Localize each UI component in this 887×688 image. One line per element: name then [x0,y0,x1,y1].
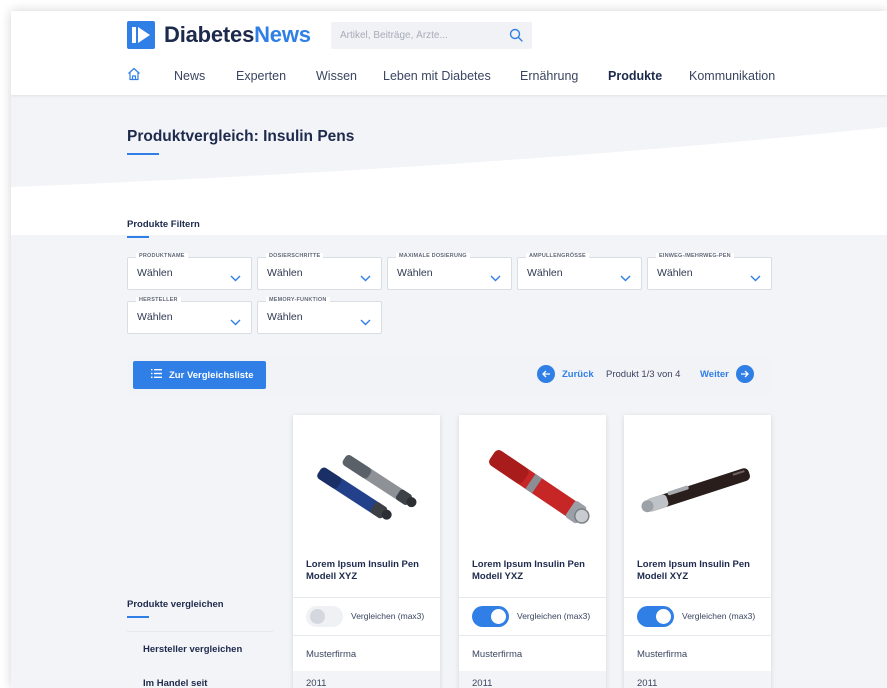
logo-text: DiabetesNews [164,22,311,48]
logo-text-part1: Diabetes [164,22,255,47]
toggle-knob [491,609,506,624]
compare-label: Vergleichen (max3) [682,611,756,621]
manufacturer-value: Musterfirma [306,649,357,660]
since-value: 2011 [306,678,327,688]
logo-text-part2: News [254,22,311,47]
chevron-down-icon [620,269,631,287]
pager-info: Produkt 1/3 von 4 [606,369,681,380]
filter-einweg-mehrweg-pen[interactable]: EINWEG-/MEHRWEG-PEN Wählen [647,253,772,290]
filter-value: Wählen [137,311,173,323]
arrow-right-icon [735,365,754,383]
row-label-hersteller: Hersteller vergleichen [143,644,243,655]
search-icon[interactable] [509,28,523,47]
divider [459,635,606,636]
compare-label: Vergleichen (max3) [351,611,425,621]
nav-item-ernaehrung[interactable]: Ernährung [520,69,578,83]
back-button[interactable]: Zurück [537,365,594,383]
play-logo-icon [127,21,155,49]
compare-list-label: Zur Vergleichsliste [169,369,254,381]
filter-value: Wählen [657,267,693,279]
filter-label: AMPULLENGRÖSSE [526,253,589,259]
nav-item-leben-mit-diabetes[interactable]: Leben mit Diabetes [383,69,491,83]
compare-toggle[interactable] [637,606,674,627]
compare-row: Vergleichen (max3) [624,597,771,635]
compare-toggle[interactable] [306,606,343,627]
product-card: Lorem Ipsum Insulin Pen Modell XYZ Vergl… [293,415,440,688]
product-name: Lorem Ipsum Insulin Pen Modell YXZ [472,559,585,582]
page-frame: DiabetesNews News Experten Wissen Leben … [11,11,887,688]
hero-background [11,95,887,235]
filter-value: Wählen [267,311,303,323]
filter-value: Wählen [397,267,433,279]
filter-dosierschritte[interactable]: DOSIERSCHRITTE Wählen [257,253,382,290]
home-icon[interactable] [127,67,141,86]
row-label-im-handel-seit: Im Handel seit [143,678,208,688]
comparison-toolbar: Zur Vergleichsliste Zurück Produkt 1/3 v… [127,354,770,395]
product-card: Lorem Ipsum Insulin Pen Modell YXZ Vergl… [459,415,606,688]
filter-value: Wählen [267,267,303,279]
divider [127,631,273,632]
filter-label: MEMORY-FUNKTION [266,297,330,303]
filter-label: PRODUKTNAME [136,253,188,259]
product-image[interactable] [624,415,771,555]
divider [293,635,440,636]
search-input[interactable] [331,22,501,49]
filter-value: Wählen [527,267,563,279]
chevron-down-icon [490,269,501,287]
sidebar-underline [127,616,149,618]
filter-memory-funktion[interactable]: MEMORY-FUNKTION Wählen [257,297,382,334]
since-value: 2011 [472,678,493,688]
nav-item-produkte[interactable]: Produkte [608,69,662,83]
next-label: Weiter [700,368,729,380]
compare-row: Vergleichen (max3) [459,597,606,635]
product-card: Lorem Ipsum Insulin Pen Modell XYZ Vergl… [624,415,771,688]
since-value: 2011 [637,678,658,688]
compare-toggle[interactable] [472,606,509,627]
toggle-knob [310,609,325,624]
compare-row: Vergleichen (max3) [293,597,440,635]
product-image[interactable] [293,415,440,555]
filter-label: MAXIMALE DOSIERUNG [396,253,470,259]
compare-list-button[interactable]: Zur Vergleichsliste [133,361,266,389]
product-name: Lorem Ipsum Insulin Pen Modell XYZ [637,559,750,582]
manufacturer-value: Musterfirma [472,649,523,660]
search-box [331,22,532,49]
filter-produktname[interactable]: PRODUKTNAME Wählen [127,253,252,290]
page-title: Produktvergleich: Insulin Pens [127,128,355,145]
chevron-down-icon [230,269,241,287]
divider [624,635,771,636]
toggle-knob [656,609,671,624]
next-button[interactable]: Weiter [700,365,754,383]
filter-underline [127,236,149,238]
chevron-down-icon [230,313,241,331]
logo[interactable]: DiabetesNews [127,21,311,49]
filter-ampullengroesse[interactable]: AMPULLENGRÖSSE Wählen [517,253,642,290]
nav-item-news[interactable]: News [174,69,205,83]
manufacturer-value: Musterfirma [637,649,688,660]
chevron-down-icon [360,269,371,287]
filter-label: EINWEG-/MEHRWEG-PEN [656,253,734,259]
filter-label: DOSIERSCHRITTE [266,253,324,259]
compare-label: Vergleichen (max3) [517,611,591,621]
back-label: Zurück [562,368,594,380]
list-icon [151,369,162,381]
site-header: DiabetesNews News Experten Wissen Leben … [11,11,887,95]
filter-value: Wählen [137,267,173,279]
nav-item-wissen[interactable]: Wissen [316,69,357,83]
filter-hersteller[interactable]: HERSTELLER Wählen [127,297,252,334]
arrow-left-icon [537,365,555,383]
filter-label: HERSTELLER [136,297,181,303]
chevron-down-icon [750,269,761,287]
chevron-down-icon [360,313,371,331]
title-underline [127,153,159,155]
product-name: Lorem Ipsum Insulin Pen Modell XYZ [306,559,419,582]
filter-title: Produkte Filtern [127,219,200,230]
nav-item-experten[interactable]: Experten [236,69,286,83]
sidebar-title: Produkte vergleichen [127,599,224,610]
filter-maximale-dosierung[interactable]: MAXIMALE DOSIERUNG Wählen [387,253,512,290]
product-image[interactable] [459,415,606,555]
nav-item-kommunikation[interactable]: Kommunikation [689,69,775,83]
